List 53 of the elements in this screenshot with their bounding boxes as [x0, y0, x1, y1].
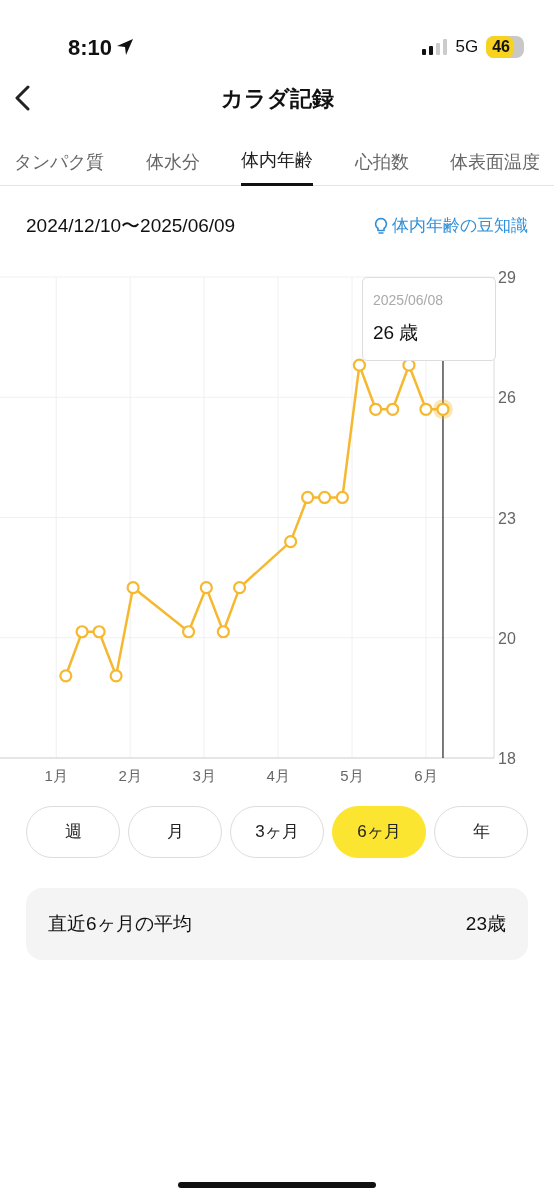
- period-button[interactable]: 年: [434, 806, 528, 858]
- data-point[interactable]: [109, 669, 123, 683]
- y-axis-label: 20: [498, 629, 516, 647]
- average-value: 23歳: [465, 911, 506, 936]
- y-axis-label: 26: [498, 389, 516, 407]
- data-point[interactable]: [284, 534, 298, 549]
- back-button[interactable]: [14, 85, 32, 111]
- tab[interactable]: 体内年齢: [241, 124, 313, 186]
- average-label: 直近6ヶ月の平均: [48, 911, 192, 936]
- data-point[interactable]: [352, 358, 366, 372]
- tooltip-date: 2025/06/08: [373, 291, 445, 310]
- data-point[interactable]: [199, 581, 213, 595]
- battery-percentage: 46: [486, 36, 514, 58]
- period-button[interactable]: 週: [26, 806, 120, 858]
- selected-data-point[interactable]: [432, 399, 453, 420]
- clock-time: 8:10: [68, 33, 113, 62]
- data-point[interactable]: [369, 402, 383, 416]
- data-point[interactable]: [335, 490, 349, 505]
- data-point[interactable]: [182, 625, 196, 639]
- period-button[interactable]: 3ヶ月: [230, 806, 324, 858]
- tooltip-value: 26 歳: [373, 321, 420, 345]
- data-point[interactable]: [318, 490, 332, 505]
- data-point[interactable]: [75, 625, 89, 639]
- period-button[interactable]: 月: [128, 806, 222, 858]
- tab[interactable]: 体表面温度: [450, 124, 540, 186]
- x-axis-label: 4月: [266, 767, 290, 784]
- tips-link[interactable]: 体内年齢の豆知識: [374, 213, 528, 239]
- date-range: 2024/12/10〜2025/06/09: [26, 213, 236, 238]
- x-axis-label: 2月: [118, 767, 142, 784]
- x-axis-label: 6月: [414, 767, 438, 784]
- data-point[interactable]: [301, 490, 315, 505]
- data-point[interactable]: [92, 625, 106, 639]
- data-point[interactable]: [386, 402, 400, 416]
- y-axis-label: 29: [498, 269, 516, 286]
- tab[interactable]: 心拍数: [354, 124, 409, 186]
- lightbulb-icon: [374, 217, 388, 235]
- location-arrow-icon: [116, 38, 135, 56]
- page-title: カラダ記録: [220, 84, 334, 113]
- data-point[interactable]: [419, 402, 433, 416]
- y-axis-label: 18: [498, 750, 516, 767]
- tab[interactable]: タンパク質: [14, 124, 104, 186]
- data-point[interactable]: [59, 669, 73, 683]
- x-axis-label: 3月: [192, 767, 216, 784]
- signal-icon: [421, 39, 448, 55]
- x-axis-label: 5月: [340, 767, 364, 784]
- tab[interactable]: 体水分: [145, 124, 200, 186]
- network-label: 5G: [455, 36, 479, 59]
- y-axis-label: 23: [498, 509, 516, 527]
- data-point[interactable]: [126, 581, 140, 595]
- data-point[interactable]: [233, 581, 247, 595]
- period-button[interactable]: 6ヶ月: [332, 806, 426, 858]
- data-point[interactable]: [216, 625, 230, 639]
- x-axis-label: 1月: [44, 767, 68, 784]
